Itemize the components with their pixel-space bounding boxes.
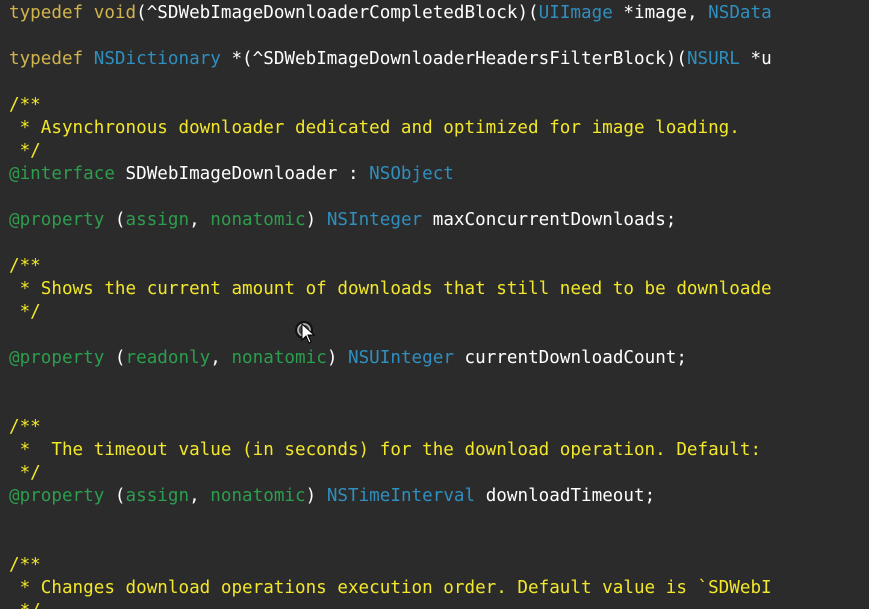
code-line[interactable]: @property (assign, nonatomic) NSInteger … xyxy=(9,209,676,232)
code-editor[interactable]: typedef void(^SDWebImageDownloaderComple… xyxy=(0,0,869,609)
code-token-comment: */ xyxy=(9,141,41,161)
code-token-comment: * Asynchronous downloader dedicated and … xyxy=(9,118,740,138)
code-line[interactable]: /** xyxy=(9,255,41,278)
code-token-comment: /** xyxy=(9,95,41,115)
code-line[interactable]: * Asynchronous downloader dedicated and … xyxy=(9,117,740,140)
code-token-attribute: readonly xyxy=(125,348,211,368)
code-token-comment: * Changes download operations execution … xyxy=(9,578,772,598)
code-token-plain: ) xyxy=(305,486,327,506)
code-line[interactable]: /** xyxy=(9,416,41,439)
code-token-plain: , xyxy=(210,348,232,368)
code-token-attribute: assign xyxy=(125,210,190,230)
code-line[interactable]: @property (assign, nonatomic) NSTimeInte… xyxy=(9,485,655,508)
code-line[interactable]: */ xyxy=(9,600,41,609)
code-token-keyword: typedef xyxy=(9,3,84,23)
code-line[interactable]: */ xyxy=(9,301,41,324)
code-line[interactable]: */ xyxy=(9,140,41,163)
code-line[interactable]: */ xyxy=(9,462,41,485)
code-token-comment: */ xyxy=(9,302,41,322)
code-token-comment: * Shows the current amount of downloads … xyxy=(9,279,772,299)
code-token-directive: @property xyxy=(9,486,105,506)
code-token-plain: (^SDWebImageDownloaderCompletedBlock)( xyxy=(136,3,539,23)
code-token-comment: /** xyxy=(9,555,41,575)
code-token-type: NSObject xyxy=(369,164,454,184)
code-token-plain: currentDownloadCount; xyxy=(453,348,687,368)
code-token-comment: */ xyxy=(9,463,41,483)
code-token-type: NSURL xyxy=(686,49,740,69)
code-token-type: NSInteger xyxy=(326,210,423,230)
code-token-plain: ) xyxy=(305,210,327,230)
code-token-comment: /** xyxy=(9,256,41,276)
code-line[interactable]: typedef NSDictionary *(^SDWebImageDownlo… xyxy=(9,48,772,71)
code-token-type: UIImage xyxy=(538,3,613,23)
code-token-attribute: nonatomic xyxy=(210,210,306,230)
code-token-type: NSUInteger xyxy=(348,348,454,368)
code-line[interactable]: @property (readonly, nonatomic) NSUInteg… xyxy=(9,347,687,370)
code-token-plain: *(^SDWebImageDownloaderHeadersFilterBloc… xyxy=(220,49,687,69)
code-token-directive: @property xyxy=(9,210,105,230)
code-token-directive: @property xyxy=(9,348,105,368)
code-token-plain: *u xyxy=(739,49,772,69)
code-token-plain: ) xyxy=(326,348,348,368)
code-token-attribute: nonatomic xyxy=(210,486,306,506)
code-line[interactable]: * Shows the current amount of downloads … xyxy=(9,278,772,301)
code-token-plain: ( xyxy=(104,348,126,368)
code-line[interactable]: /** xyxy=(9,554,41,577)
code-token-comment: /** xyxy=(9,417,41,437)
code-line[interactable]: @interface SDWebImageDownloader : NSObje… xyxy=(9,163,454,186)
code-token-type: NSTimeInterval xyxy=(326,486,476,506)
code-token-type: NSDictionary xyxy=(93,49,221,69)
code-token-plain: ( xyxy=(104,210,126,230)
code-token-type: NSData xyxy=(708,3,772,23)
code-line[interactable]: * Changes download operations execution … xyxy=(9,577,772,600)
code-token-plain: , xyxy=(189,486,211,506)
code-line[interactable]: /** xyxy=(9,94,41,117)
code-token-comment: * The timeout value (in seconds) for the… xyxy=(9,440,762,460)
code-token-comment: */ xyxy=(9,601,41,609)
code-token-directive: @interface xyxy=(9,164,115,184)
code-line[interactable]: * The timeout value (in seconds) for the… xyxy=(9,439,761,462)
code-token-plain: ( xyxy=(104,486,126,506)
code-line[interactable]: typedef void(^SDWebImageDownloaderComple… xyxy=(9,2,772,25)
code-token-attribute: assign xyxy=(125,486,190,506)
code-token-plain: downloadTimeout; xyxy=(475,486,656,506)
code-token-keyword: void xyxy=(93,3,137,23)
code-token-plain: , xyxy=(189,210,211,230)
code-token-plain: maxConcurrentDownloads; xyxy=(422,210,677,230)
code-token-attribute: nonatomic xyxy=(231,348,327,368)
busy-pointer-icon xyxy=(295,321,316,344)
code-token-keyword: typedef xyxy=(9,49,84,69)
code-token-plain: *image, xyxy=(612,3,709,23)
code-token-plain: SDWebImageDownloader : xyxy=(114,164,370,184)
